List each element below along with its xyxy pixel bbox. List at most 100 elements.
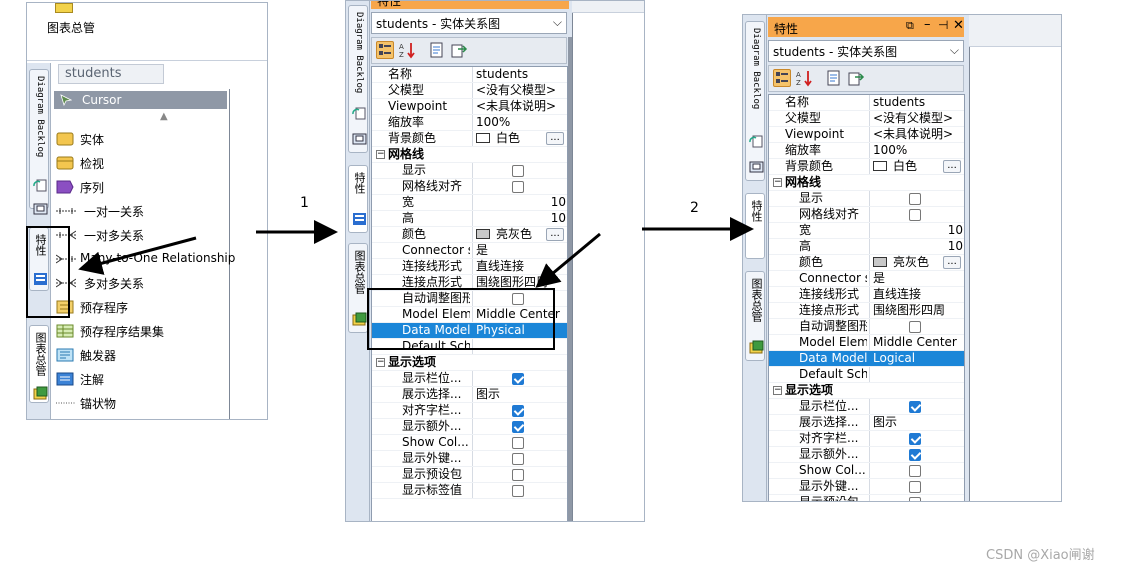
- property-value[interactable]: 是: [476, 243, 565, 258]
- property-value[interactable]: 100%: [873, 143, 962, 158]
- close-icon[interactable]: ✕: [953, 18, 964, 33]
- pin-icon[interactable]: ⊣: [938, 18, 948, 32]
- checkbox-unchecked[interactable]: [909, 497, 921, 501]
- tab-properties[interactable]: 特性: [348, 165, 368, 233]
- property-row[interactable]: 网格线对齐: [372, 179, 567, 195]
- property-value[interactable]: 图示: [873, 415, 962, 430]
- property-row[interactable]: Viewpoint <未具体说明>: [769, 127, 964, 143]
- property-row[interactable]: 显示外键...: [769, 479, 964, 495]
- checkbox-unchecked[interactable]: [909, 465, 921, 477]
- property-row[interactable]: 连接线形式 直线连接: [769, 287, 964, 303]
- property-pages-button[interactable]: [825, 69, 843, 87]
- checkbox-unchecked[interactable]: [909, 209, 921, 221]
- checkbox-unchecked[interactable]: [909, 193, 921, 205]
- property-row[interactable]: 背景颜色 白色...: [372, 131, 567, 147]
- collapse-toggle-icon[interactable]: −: [376, 150, 385, 159]
- property-row[interactable]: 父模型 <没有父模型>: [769, 111, 964, 127]
- checkbox-unchecked[interactable]: [909, 481, 921, 493]
- property-value[interactable]: students: [873, 95, 962, 110]
- property-row[interactable]: 显示栏位...: [769, 399, 964, 415]
- top-item-label[interactable]: 图表总管: [47, 19, 95, 36]
- property-value[interactable]: 直线连接: [476, 259, 565, 274]
- property-row[interactable]: 连接线形式 直线连接: [372, 259, 567, 275]
- minimize-icon[interactable]: –: [924, 17, 931, 32]
- tab-diagram-manager[interactable]: 图表总管: [348, 243, 368, 333]
- ellipsis-button[interactable]: ...: [943, 256, 961, 269]
- property-row[interactable]: Connector s... 是: [372, 243, 567, 259]
- property-row[interactable]: 名称 students: [372, 67, 567, 83]
- property-value[interactable]: Middle Center: [873, 335, 962, 350]
- collapse-toggle-icon[interactable]: −: [376, 358, 385, 367]
- categorized-button[interactable]: [773, 69, 791, 87]
- sort-alpha-button[interactable]: AZ: [398, 41, 416, 59]
- export-button[interactable]: [847, 69, 865, 87]
- property-row[interactable]: Show Col...: [372, 435, 567, 451]
- property-category[interactable]: − 显示选项: [372, 355, 567, 371]
- tab-diagram-backlog[interactable]: Diagram Backlog: [745, 21, 765, 181]
- checkbox-checked[interactable]: [909, 401, 921, 413]
- property-value[interactable]: 亮灰色: [496, 227, 532, 242]
- canvas-area[interactable]: [969, 15, 1061, 501]
- categorized-button[interactable]: [376, 41, 394, 59]
- property-value[interactable]: 10: [873, 239, 963, 254]
- ellipsis-button[interactable]: ...: [546, 228, 564, 241]
- property-row[interactable]: 显示预设包: [769, 495, 964, 501]
- checkbox-checked[interactable]: [512, 405, 524, 417]
- property-value[interactable]: <没有父模型>: [476, 83, 565, 98]
- property-value[interactable]: 图示: [476, 387, 565, 402]
- property-row[interactable]: 名称 students: [769, 95, 964, 111]
- diagram-selector[interactable]: students - 实体关系图 ⌵: [371, 12, 567, 34]
- property-value[interactable]: <没有父模型>: [873, 111, 962, 126]
- property-value[interactable]: students: [476, 67, 565, 82]
- breadcrumb[interactable]: students: [58, 64, 164, 84]
- property-row[interactable]: 网格线对齐: [769, 207, 964, 223]
- collapse-toggle-icon[interactable]: −: [773, 386, 782, 395]
- property-value[interactable]: 白色: [496, 131, 520, 146]
- property-row[interactable]: 展示选择... 图示: [769, 415, 964, 431]
- checkbox-unchecked[interactable]: [512, 453, 524, 465]
- checkbox-unchecked[interactable]: [512, 469, 524, 481]
- tab-diagram-backlog[interactable]: Diagram Backlog: [348, 5, 368, 153]
- property-value[interactable]: <未具体说明>: [873, 127, 962, 142]
- checkbox-unchecked[interactable]: [512, 437, 524, 449]
- property-row[interactable]: 展示选择... 图示: [372, 387, 567, 403]
- property-value[interactable]: Logical: [873, 351, 962, 366]
- diagram-selector[interactable]: students - 实体关系图 ⌵: [768, 40, 964, 62]
- property-category[interactable]: − 网格线: [769, 175, 964, 191]
- checkbox-unchecked[interactable]: [512, 485, 524, 497]
- property-row[interactable]: 颜色 亮灰色...: [769, 255, 964, 271]
- checkbox-checked[interactable]: [512, 373, 524, 385]
- property-value[interactable]: 亮灰色: [893, 255, 929, 270]
- export-button[interactable]: [450, 41, 468, 59]
- canvas-area[interactable]: [572, 1, 644, 521]
- palette-cursor-item[interactable]: Cursor: [54, 91, 227, 109]
- property-row[interactable]: 显示: [769, 191, 964, 207]
- property-row[interactable]: Viewpoint <未具体说明>: [372, 99, 567, 115]
- property-row[interactable]: Data Model Logical: [769, 351, 964, 367]
- checkbox-unchecked[interactable]: [909, 321, 921, 333]
- checkbox-unchecked[interactable]: [512, 181, 524, 193]
- ellipsis-button[interactable]: ...: [546, 132, 564, 145]
- property-row[interactable]: 显示预设包: [372, 467, 567, 483]
- checkbox-unchecked[interactable]: [512, 165, 524, 177]
- property-value[interactable]: 10: [476, 211, 566, 226]
- property-category[interactable]: − 网格线: [372, 147, 567, 163]
- property-row[interactable]: 缩放率 100%: [769, 143, 964, 159]
- property-row[interactable]: 宽 10: [769, 223, 964, 239]
- checkbox-checked[interactable]: [909, 449, 921, 461]
- tab-properties[interactable]: 特性: [745, 193, 765, 259]
- property-row[interactable]: 对齐字栏...: [372, 403, 567, 419]
- property-row[interactable]: 父模型 <没有父模型>: [372, 83, 567, 99]
- property-value[interactable]: 直线连接: [873, 287, 962, 302]
- tab-diagram-manager[interactable]: 图表总管: [745, 271, 765, 361]
- property-row[interactable]: 连接点形式 围绕图形四周: [769, 303, 964, 319]
- property-row[interactable]: 对齐字栏...: [769, 431, 964, 447]
- property-row[interactable]: Connector s... 是: [769, 271, 964, 287]
- tab-diagram-backlog[interactable]: Diagram Backlog: [29, 69, 49, 215]
- property-row[interactable]: 显示额外...: [769, 447, 964, 463]
- property-value[interactable]: 100%: [476, 115, 565, 130]
- property-category[interactable]: − 显示选项: [769, 383, 964, 399]
- property-row[interactable]: 显示: [372, 163, 567, 179]
- property-value[interactable]: 10: [873, 223, 963, 238]
- property-row[interactable]: 显示标签值: [372, 483, 567, 499]
